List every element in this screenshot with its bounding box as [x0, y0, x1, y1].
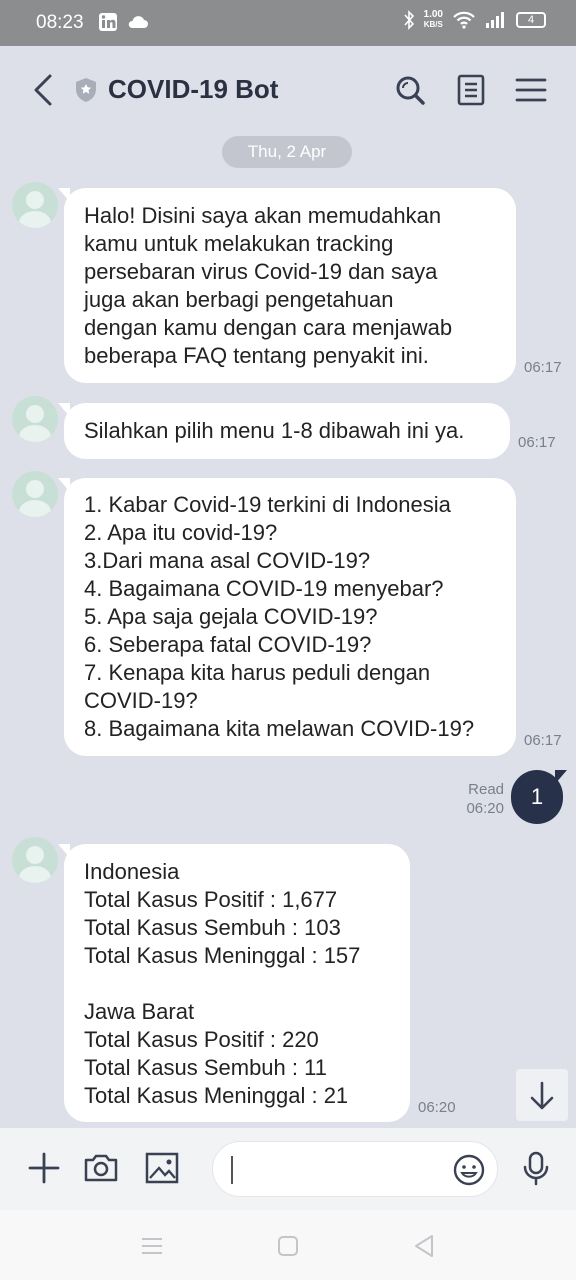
status-time: 08:23 — [36, 12, 84, 33]
system-nav-bar — [0, 1210, 576, 1280]
message-time: 06:17 — [524, 359, 562, 376]
scroll-down-icon[interactable] — [516, 1069, 568, 1121]
mic-icon[interactable] — [518, 1150, 554, 1186]
bot-avatar[interactable] — [12, 471, 58, 517]
image-icon[interactable] — [144, 1150, 180, 1186]
camera-icon[interactable] — [83, 1150, 119, 1186]
signal-icon — [486, 12, 504, 28]
recent-apps-icon[interactable] — [138, 1232, 166, 1260]
shield-icon — [76, 78, 96, 102]
status-bar: 08:23 1.00 KB/S 4 — [0, 0, 576, 46]
message-time: 06:20 — [418, 1099, 456, 1116]
bot-avatar[interactable] — [12, 837, 58, 883]
input-bar — [0, 1128, 576, 1210]
message-input[interactable] — [212, 1141, 498, 1197]
message-bubble: Halo! Disini saya akan memudahkan kamu u… — [58, 188, 516, 383]
search-icon[interactable] — [392, 72, 428, 108]
message-time: 06:17 — [518, 434, 556, 451]
menu-icon[interactable] — [513, 72, 549, 108]
back-icon[interactable] — [30, 72, 56, 108]
message-bubble: Silahkan pilih menu 1-8 dibawah ini ya. — [58, 403, 510, 459]
message-bubble: Indonesia Total Kasus Positif : 1,677 To… — [58, 844, 410, 1122]
message-time: 06:17 — [524, 732, 562, 749]
date-separator: Thu, 2 Apr — [222, 136, 352, 168]
outgoing-message: 1 — [511, 770, 567, 824]
emoji-icon[interactable] — [451, 1152, 487, 1188]
message-bubble: 1. Kabar Covid-19 terkini di Indonesia 2… — [58, 478, 516, 756]
cloud-icon — [128, 16, 148, 28]
bot-avatar[interactable] — [12, 182, 58, 228]
chat-title: COVID-19 Bot — [108, 74, 279, 104]
read-receipt: Read 06:20 — [466, 781, 504, 817]
bot-avatar[interactable] — [12, 396, 58, 442]
chat-header: COVID-19 Bot — [0, 46, 576, 134]
plus-icon[interactable] — [26, 1150, 62, 1186]
back-nav-icon[interactable] — [410, 1232, 438, 1260]
net-speed: 1.00 KB/S — [423, 9, 443, 30]
home-icon[interactable] — [274, 1232, 302, 1260]
bluetooth-icon — [403, 10, 414, 30]
battery-icon: 4 — [516, 12, 546, 28]
notes-icon[interactable] — [453, 72, 489, 108]
wifi-icon — [453, 11, 475, 29]
linkedin-icon — [99, 13, 117, 31]
